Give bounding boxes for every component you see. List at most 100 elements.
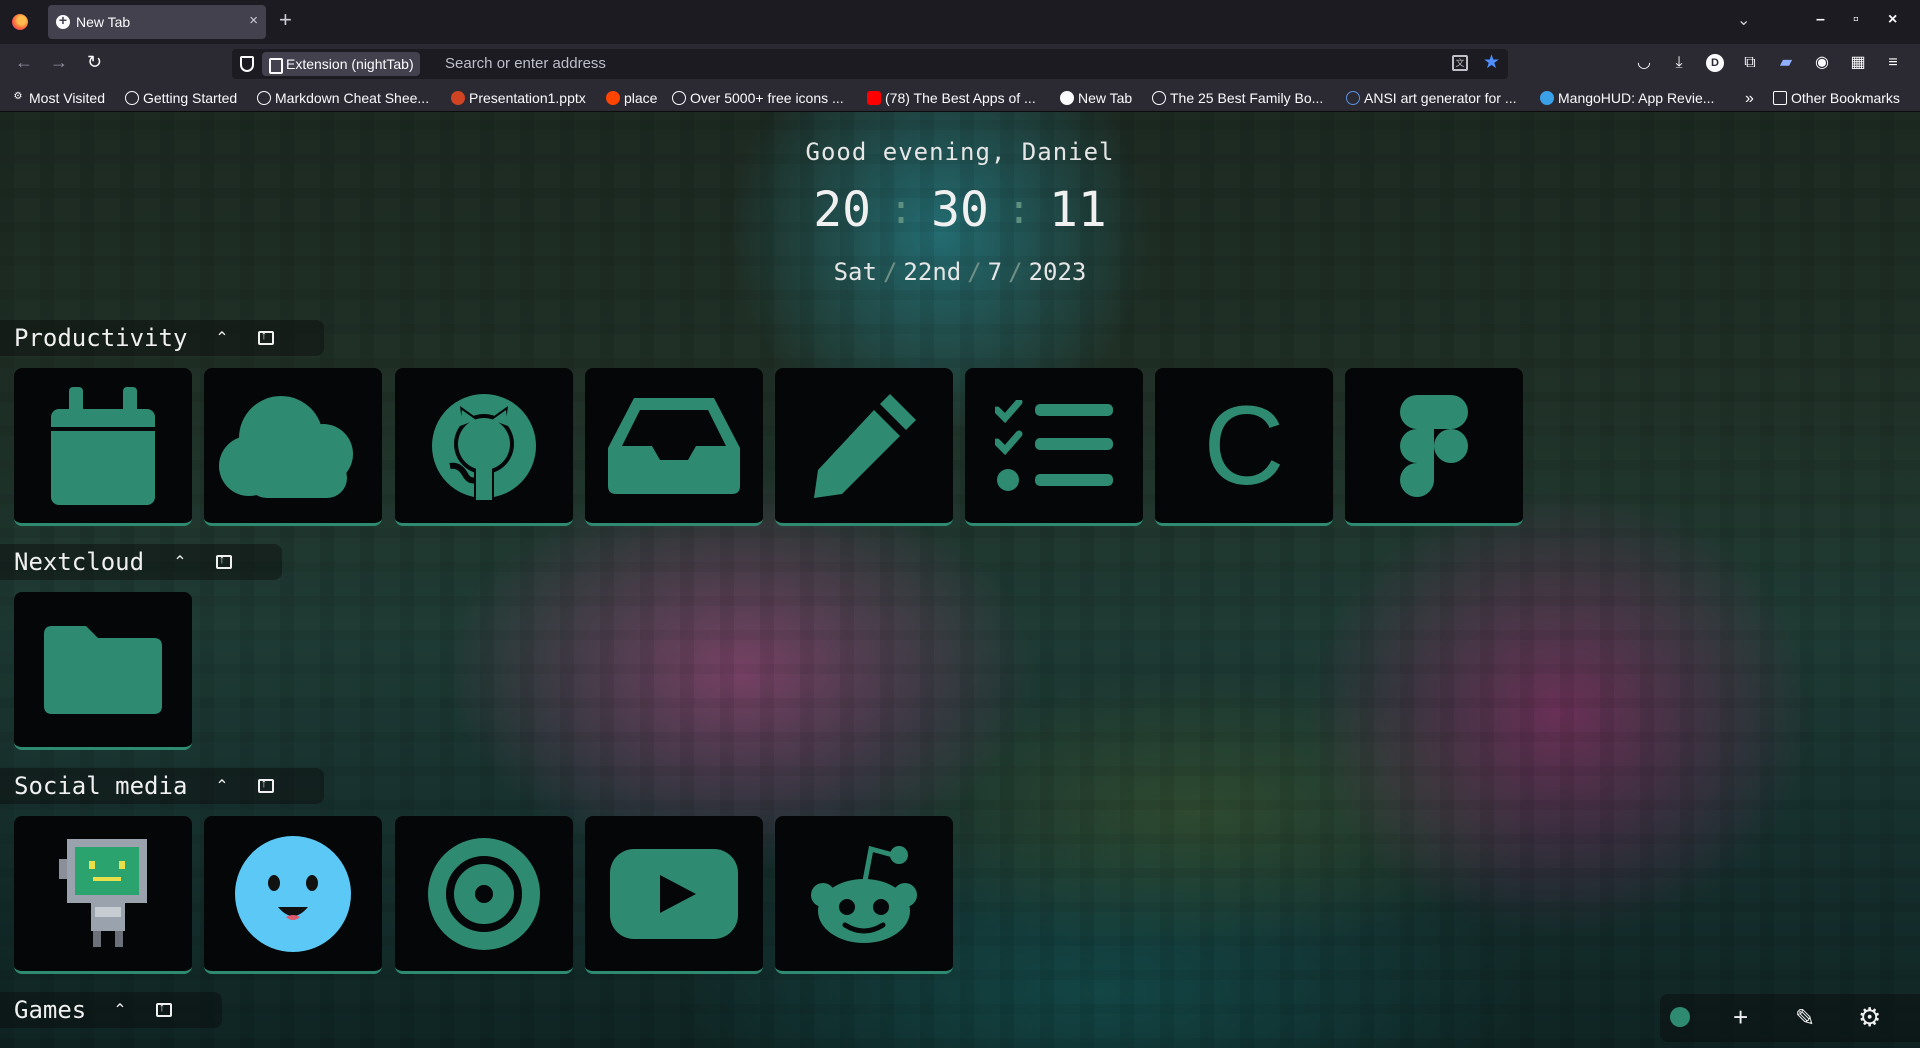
bookmark-tile-files[interactable] [14, 592, 192, 750]
tracking-protection-icon[interactable] [240, 56, 254, 72]
apps-grid-icon[interactable]: ▦ [1849, 54, 1867, 72]
youtube-icon [610, 848, 738, 939]
bookmark-markdown[interactable]: Markdown Cheat Shee... [257, 90, 429, 106]
bookmark-tile-tasks[interactable] [965, 368, 1143, 526]
maximize-button[interactable]: ▫ [1853, 11, 1859, 29]
add-button[interactable]: + [1733, 1002, 1748, 1033]
extension-glasses-icon[interactable]: ◉ [1813, 54, 1831, 72]
bookmark-getting-started[interactable]: Getting Started [125, 90, 237, 106]
bookmark-tile-target[interactable] [395, 816, 573, 974]
extensions-icon[interactable]: ⧉ [1741, 54, 1759, 72]
robot-icon [59, 838, 147, 947]
menu-icon[interactable]: ≡ [1884, 54, 1902, 72]
minimize-button[interactable]: – [1816, 11, 1825, 29]
group-header-nextcloud: Nextcloud ⌃ [0, 544, 282, 580]
open-all-icon [258, 328, 274, 345]
globe-icon [125, 91, 139, 105]
translate-icon[interactable]: 文 [1452, 55, 1468, 71]
bookmark-tile-github[interactable] [395, 368, 573, 526]
calendar-icon [51, 386, 155, 505]
greeting: Good evening, Daniel [805, 138, 1115, 166]
close-window-button[interactable]: × [1888, 11, 1897, 29]
checklist-icon [995, 399, 1113, 491]
open-all-icon [156, 1000, 172, 1017]
date-separator: / [882, 258, 898, 286]
reload-icon[interactable]: ↻ [87, 52, 102, 73]
collapse-group-button[interactable]: ⌃ [162, 544, 198, 580]
extension-blue-icon[interactable]: ▰ [1777, 54, 1795, 72]
bookmark-new-tab[interactable]: New Tab [1060, 90, 1132, 106]
bookmark-place[interactable]: place [606, 90, 657, 106]
bookmark-ansi-art[interactable]: ANSI art generator for ... [1346, 90, 1517, 106]
inbox-icon [608, 397, 740, 494]
globe-icon [672, 91, 686, 105]
bookmark-tile-inbox[interactable] [585, 368, 763, 526]
open-all-icon [258, 776, 274, 793]
bookmark-tile-youtube[interactable] [585, 816, 763, 974]
bookmark-mangohud[interactable]: MangoHUD: App Revie... [1540, 90, 1714, 106]
bookmark-presentation[interactable]: Presentation1.pptx [451, 90, 586, 106]
nighttab-page: Good evening, Daniel 20 : 30 : 11 Sat / … [0, 112, 1920, 1048]
bookmark-most-visited[interactable]: ⚙ Most Visited [11, 90, 105, 106]
bookmark-tile-reddit[interactable] [775, 816, 953, 974]
new-tab-button[interactable]: + [279, 8, 292, 32]
group-title: Productivity [14, 324, 188, 352]
collapse-group-button[interactable]: ⌃ [204, 320, 240, 356]
group-title: Nextcloud [14, 548, 145, 576]
forward-icon[interactable]: → [50, 52, 68, 73]
edit-button[interactable]: ✎ [1795, 1004, 1815, 1033]
firefox-icon[interactable] [12, 14, 28, 30]
bookmark-tile-smiley[interactable] [204, 816, 382, 974]
close-tab-icon[interactable]: × [249, 12, 258, 29]
bookmark-tile-calendar[interactable] [14, 368, 192, 526]
pocket-icon[interactable]: ◡ [1635, 54, 1653, 72]
collapse-group-button[interactable]: ⌃ [204, 768, 240, 804]
bookmark-tile-cloud[interactable] [204, 368, 382, 526]
group-header-games: Games ⌃ [0, 992, 222, 1028]
collapse-group-button[interactable]: ⌃ [102, 992, 138, 1028]
reddit-icon [811, 845, 917, 943]
extension-identity-chip[interactable]: Extension (nightTab) [262, 52, 420, 76]
list-all-tabs-icon[interactable]: ⌄ [1737, 10, 1750, 30]
clock: 20 : 30 : 11 [0, 182, 1920, 238]
settings-button[interactable]: ⚙ [1858, 1002, 1881, 1033]
powerpoint-icon [451, 91, 465, 105]
tab-strip: New Tab × + ⌄ – ▫ × [0, 0, 1920, 44]
date-month: 7 [987, 258, 1003, 286]
clock-minutes: 30 [931, 182, 989, 238]
date-date: 22nd [903, 258, 962, 286]
bookmark-family-board-games[interactable]: The 25 Best Family Bo... [1152, 90, 1323, 106]
open-all-icon [216, 552, 232, 569]
pencil-icon [814, 393, 916, 498]
group-title: Games [14, 996, 87, 1024]
bookmark-tile-notes[interactable] [775, 368, 953, 526]
bookmarks-overflow-icon[interactable]: » [1745, 90, 1754, 108]
date-year: 2023 [1028, 258, 1087, 286]
youtube-icon [867, 91, 881, 105]
cloud-icon [219, 395, 353, 498]
back-icon[interactable]: ← [15, 52, 33, 73]
new-tab-favicon-icon [56, 12, 70, 29]
bookmark-best-apps[interactable]: (78) The Best Apps of ... [867, 90, 1036, 106]
open-all-button[interactable] [146, 992, 182, 1028]
other-bookmarks[interactable]: Other Bookmarks [1773, 90, 1900, 106]
bookmark-tile-figma[interactable] [1345, 368, 1523, 526]
bookmark-star-icon[interactable]: ★ [1483, 51, 1500, 74]
account-icon[interactable]: D [1706, 54, 1724, 72]
gear-icon: ⚙ [13, 91, 23, 102]
url-bar[interactable]: Extension (nightTab) Search or enter add… [232, 49, 1508, 79]
figma-icon [1400, 394, 1468, 497]
open-all-button[interactable] [206, 544, 242, 580]
bookmark-free-icons[interactable]: Over 5000+ free icons ... [672, 90, 844, 106]
globe-icon [1152, 91, 1166, 105]
navigation-toolbar: ← → ↻ Extension (nightTab) Search or ent… [0, 44, 1920, 84]
tab-new-tab[interactable]: New Tab × [48, 5, 266, 39]
downloads-icon[interactable]: ⤓ [1670, 54, 1688, 72]
open-all-button[interactable] [248, 320, 284, 356]
clock-separator: : [1006, 187, 1031, 233]
address-input[interactable]: Search or enter address [445, 55, 606, 72]
bookmark-tile-c-app[interactable]: C [1155, 368, 1333, 526]
accent-toggle-icon[interactable] [1670, 1007, 1690, 1027]
open-all-button[interactable] [248, 768, 284, 804]
bookmark-tile-robot[interactable] [14, 816, 192, 974]
